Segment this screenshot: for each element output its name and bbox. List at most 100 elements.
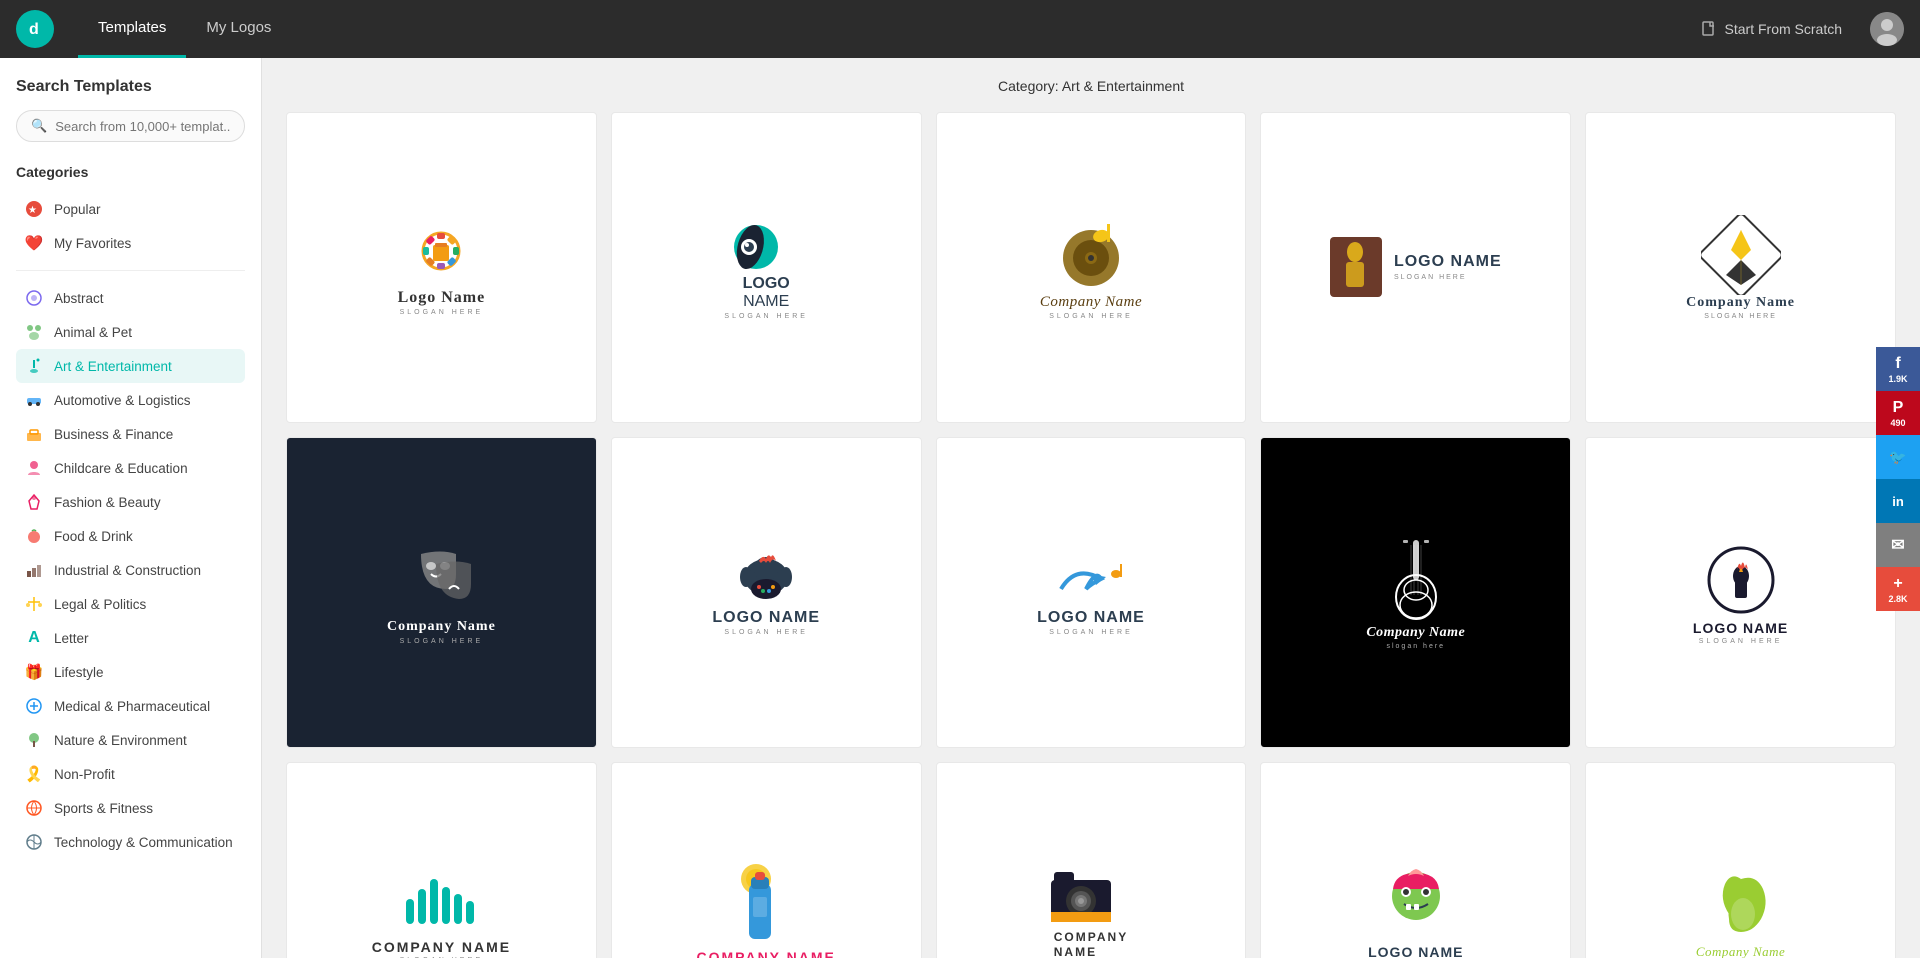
sidebar-item-abstract[interactable]: Abstract (16, 281, 245, 315)
sidebar-item-favorites[interactable]: ❤️ My Favorites (16, 226, 245, 260)
fashion-icon (24, 492, 44, 512)
template-card[interactable]: LOGO NAME SLOGAN HERE (1585, 437, 1896, 748)
silhouette-icon (1338, 242, 1373, 292)
search-title: Search Templates (16, 78, 245, 96)
template-card[interactable]: LOGO NAME SLOGAN HERE (1260, 762, 1571, 958)
app-logo[interactable]: d (16, 10, 54, 48)
medical-icon (24, 696, 44, 716)
sidebar-item-nonprofit[interactable]: 🎗️ Non-Profit (16, 757, 245, 791)
sidebar-item-medical[interactable]: Medical & Pharmaceutical (16, 689, 245, 723)
sidebar-item-food[interactable]: Food & Drink (16, 519, 245, 553)
content-area: Category: Art & Entertainment (262, 58, 1920, 958)
templates-grid: Logo Name SLOGAN HERE LOGO NAME (286, 112, 1896, 958)
tab-my-logos[interactable]: My Logos (186, 0, 291, 58)
category-header: Category: Art & Entertainment (286, 78, 1896, 94)
sidebar-item-legal[interactable]: Legal & Politics (16, 587, 245, 621)
plus-icon: + (1893, 575, 1902, 593)
sidebar-item-industrial[interactable]: Industrial & Construction (16, 553, 245, 587)
childcare-icon (24, 458, 44, 478)
heart-icon: ❤️ (24, 233, 44, 253)
abstract-icon (24, 288, 44, 308)
sidebar-item-nature[interactable]: Nature & Environment (16, 723, 245, 757)
letter-icon: A (24, 628, 44, 648)
sidebar-item-technology[interactable]: Technology & Communication (16, 825, 245, 859)
template-card[interactable]: Company Name SLOGAN HERE (1585, 112, 1896, 423)
template-card[interactable]: Company Name slogan here (1260, 437, 1571, 748)
email-icon: ✉ (1891, 535, 1904, 555)
template-card[interactable]: LOGO NAME SLOGAN HERE (611, 437, 922, 748)
sidebar-item-lifestyle[interactable]: 🎁 Lifestyle (16, 655, 245, 689)
food-icon (24, 526, 44, 546)
animal-icon (24, 322, 44, 342)
main-layout: Search Templates 🔍 Categories ★ Popular … (0, 58, 1920, 958)
categories-title: Categories (16, 164, 245, 180)
sidebar-item-business[interactable]: Business & Finance (16, 417, 245, 451)
linkedin-icon: in (1892, 494, 1904, 509)
hair-logo (1701, 864, 1781, 944)
template-card[interactable]: Company Name SLOGAN HERE (936, 112, 1247, 423)
sun-paint-logo (401, 219, 481, 289)
theater-mask-logo (401, 539, 481, 619)
template-card[interactable]: LOGO NAME SLOGAN HERE (1260, 112, 1571, 423)
eye-logo (721, 215, 811, 275)
template-card[interactable]: Company Name SLOGAN HERE (1585, 762, 1896, 958)
popular-icon: ★ (24, 199, 44, 219)
svg-text:d: d (29, 21, 39, 38)
sidebar-item-fashion[interactable]: Fashion & Beauty (16, 485, 245, 519)
doc-icon (1701, 21, 1717, 37)
sidebar: Search Templates 🔍 Categories ★ Popular … (0, 58, 262, 958)
email-share-button[interactable]: ✉ (1876, 523, 1920, 567)
sidebar-item-childcare[interactable]: Childcare & Education (16, 451, 245, 485)
zombie-logo (1376, 864, 1456, 944)
social-bar: f 1.9K P 490 🐦 in ✉ + 2.8K (1876, 347, 1920, 611)
pinterest-icon: P (1893, 399, 1904, 417)
business-icon (24, 424, 44, 444)
sidebar-item-sports[interactable]: Sports & Fitness (16, 791, 245, 825)
template-card[interactable]: COMPANY NAME SLOGAN HERE (611, 762, 922, 958)
sidebar-item-art-entertainment[interactable]: Art & Entertainment (16, 349, 245, 383)
sidebar-divider (16, 270, 245, 271)
search-input[interactable] (55, 119, 230, 134)
template-card[interactable]: Company Name SLOGAN HERE (286, 437, 597, 748)
twitter-share-button[interactable]: 🐦 (1876, 435, 1920, 479)
svg-text:★: ★ (28, 205, 37, 216)
camera-logo (1046, 860, 1136, 930)
legal-icon (24, 594, 44, 614)
music-arrow-logo (1046, 549, 1136, 609)
sidebar-item-letter[interactable]: A Letter (16, 621, 245, 655)
template-card[interactable]: LOGO NAME SLOGAN HERE (611, 112, 922, 423)
search-icon: 🔍 (31, 118, 47, 134)
industrial-icon (24, 560, 44, 580)
sidebar-item-automotive[interactable]: Automotive & Logistics (16, 383, 245, 417)
lifestyle-icon: 🎁 (24, 662, 44, 682)
template-card[interactable]: COMPANY NAME SLOGAN HERE (286, 762, 597, 958)
tab-templates[interactable]: Templates (78, 0, 186, 58)
template-card[interactable]: Logo Name SLOGAN HERE (286, 112, 597, 423)
linkedin-share-button[interactable]: in (1876, 479, 1920, 523)
facebook-share-button[interactable]: f 1.9K (1876, 347, 1920, 391)
guitar-logo (1381, 535, 1451, 625)
template-card[interactable]: COMPANYNAME SLOGAN HERE (936, 762, 1247, 958)
sidebar-item-animal-pet[interactable]: Animal & Pet (16, 315, 245, 349)
pinterest-share-button[interactable]: P 490 (1876, 391, 1920, 435)
facebook-icon: f (1895, 355, 1900, 373)
start-from-scratch-button[interactable]: Start From Scratch (1689, 15, 1854, 43)
art-entertainment-icon (24, 356, 44, 376)
plus-share-button[interactable]: + 2.8K (1876, 567, 1920, 611)
header-tabs: Templates My Logos (78, 0, 291, 58)
spray-can-logo (731, 859, 801, 949)
vinyl-logo (1051, 214, 1131, 294)
search-box[interactable]: 🔍 (16, 110, 245, 142)
torch-circle-logo (1701, 540, 1781, 620)
technology-icon (24, 832, 44, 852)
diamond-spade-logo (1701, 215, 1781, 295)
template-card[interactable]: LOGO NAME SLOGAN HERE (936, 437, 1247, 748)
user-avatar[interactable] (1870, 12, 1904, 46)
sports-icon (24, 798, 44, 818)
nonprofit-icon: 🎗️ (24, 764, 44, 784)
nature-icon (24, 730, 44, 750)
twitter-icon: 🐦 (1889, 449, 1906, 466)
header: d Templates My Logos Start From Scratch (0, 0, 1920, 58)
gamepad-logo (721, 549, 811, 609)
sidebar-item-popular[interactable]: ★ Popular (16, 192, 245, 226)
